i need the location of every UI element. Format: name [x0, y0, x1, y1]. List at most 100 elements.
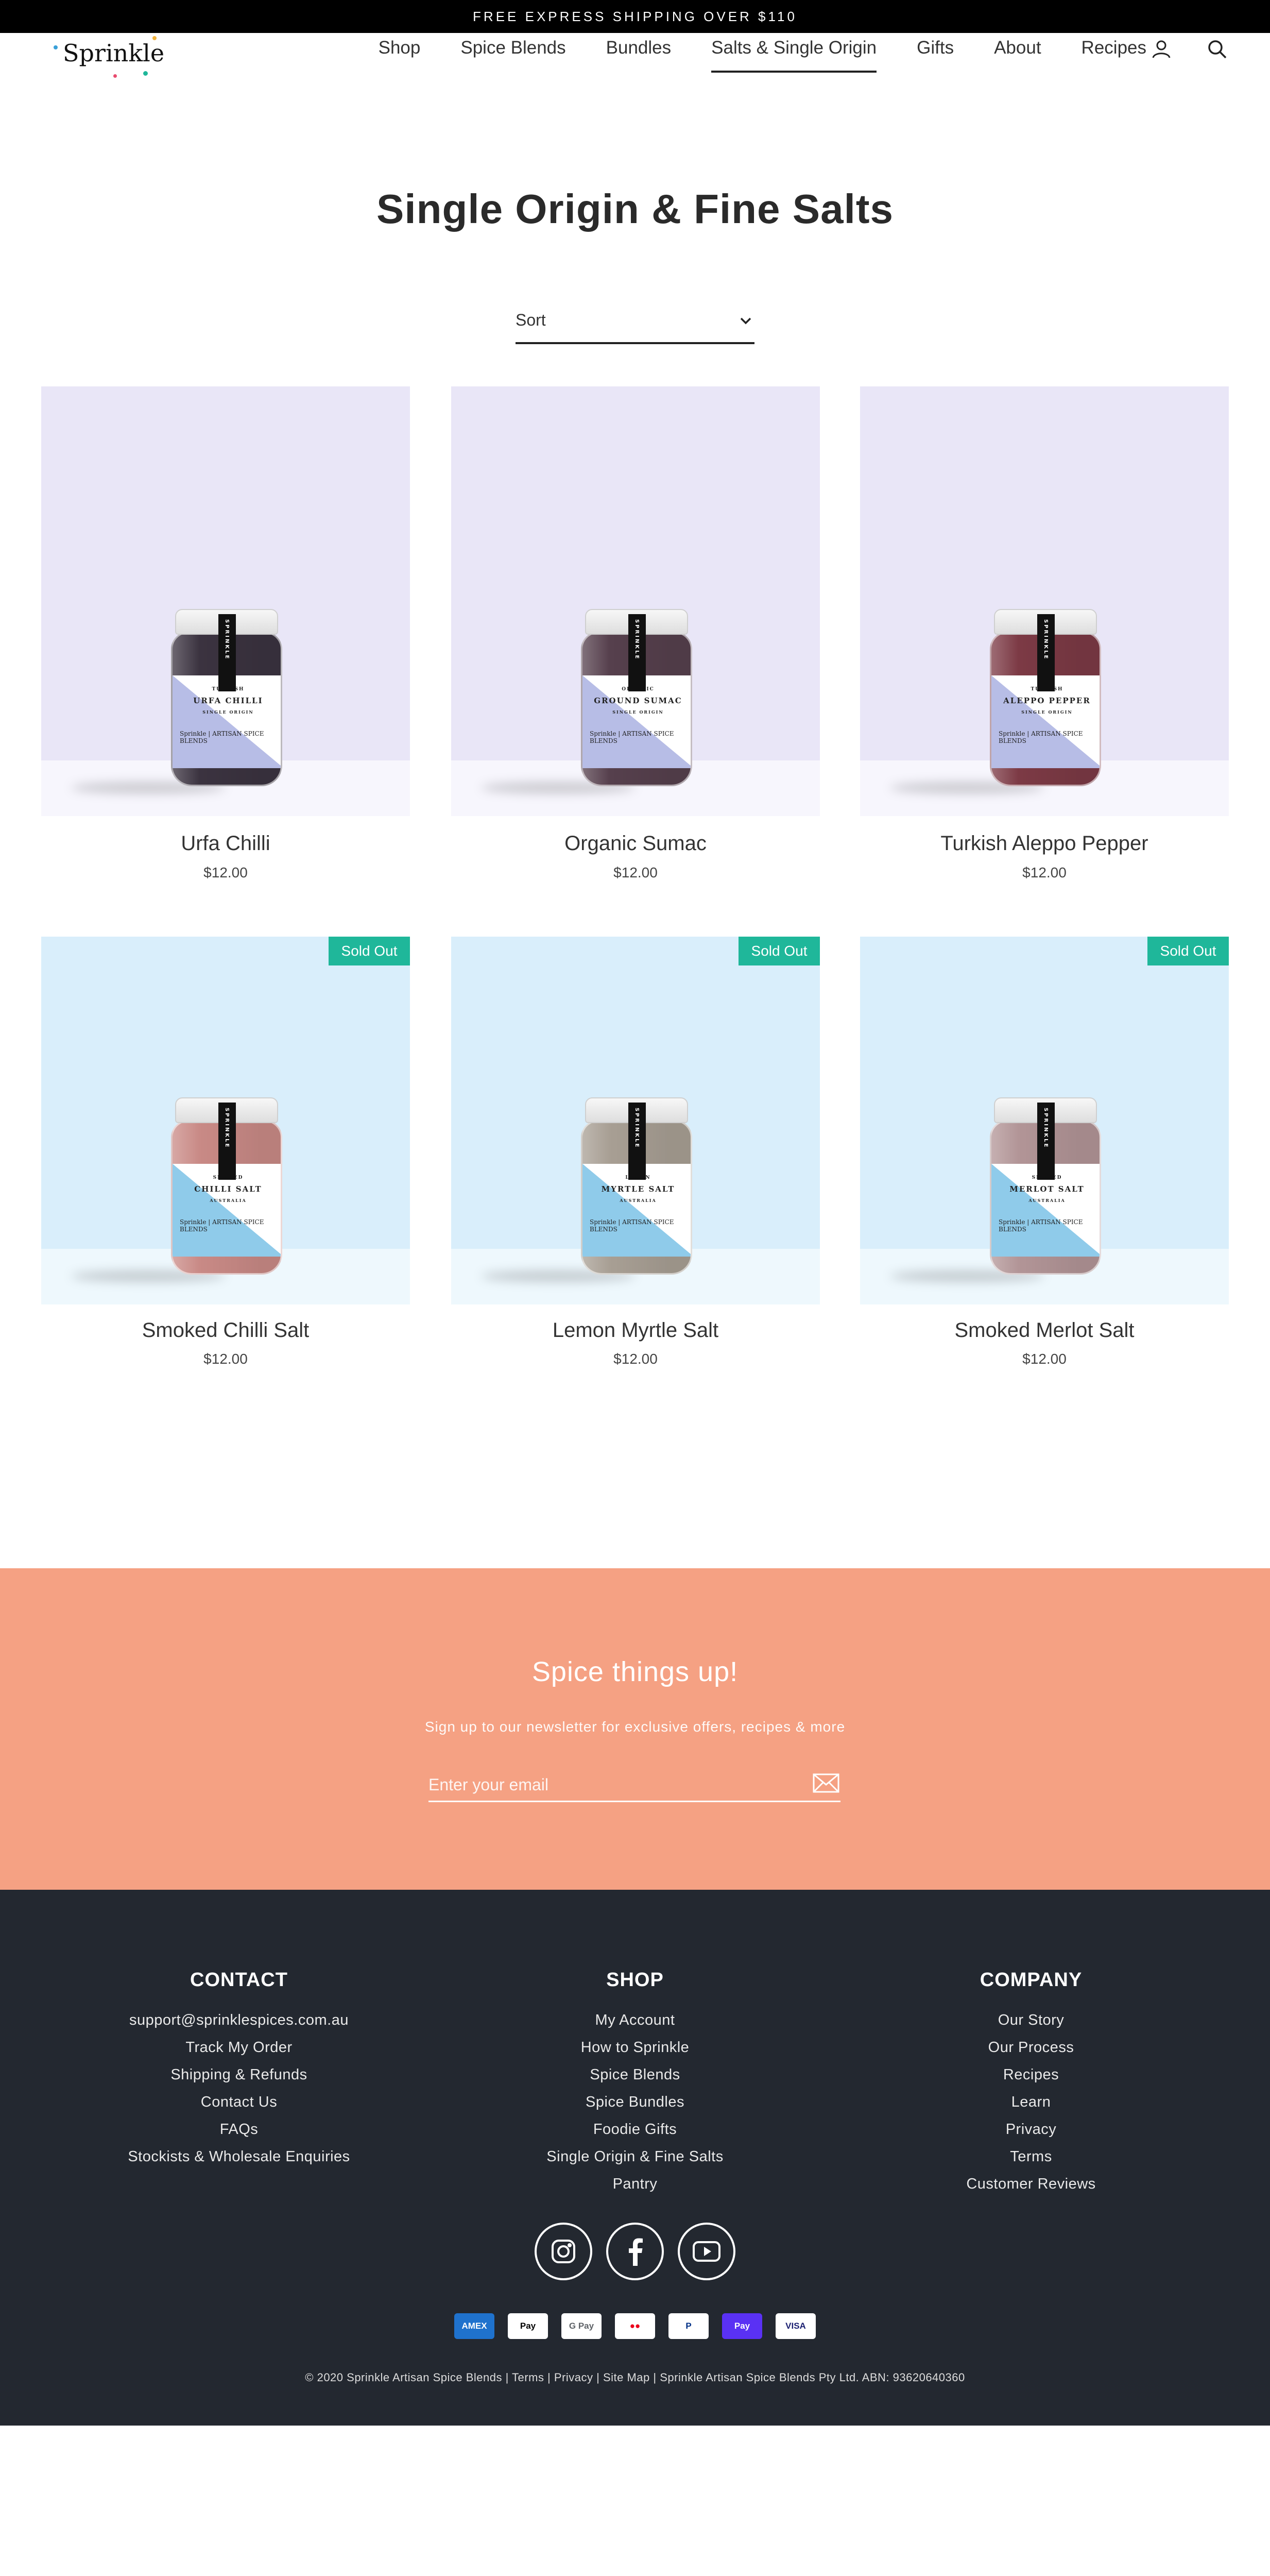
- product-image[interactable]: LEMONMYRTLE SALTAUSTRALIASprinkle | ARTI…: [451, 937, 820, 1304]
- sold-out-badge: Sold Out: [739, 937, 820, 965]
- main-nav: Shop Spice Blends Bundles Salts & Single…: [338, 33, 1146, 73]
- product-price: $12.00: [613, 865, 658, 880]
- product-card[interactable]: TURKISHURFA CHILLISINGLE ORIGINSprinkle …: [41, 386, 410, 885]
- product-image[interactable]: ORGANICGROUND SUMACSINGLE ORIGINSprinkle…: [451, 386, 820, 816]
- product-card[interactable]: SMOKEDCHILLI SALTAUSTRALIASprinkle | ART…: [41, 937, 410, 1371]
- newsletter-section: Spice things up! Sign up to our newslett…: [0, 1568, 1270, 1890]
- social-links: [535, 2223, 735, 2280]
- site-header: Sprinkle Shop Spice Blends Bundles Salts…: [0, 33, 1270, 100]
- footer-link-privacy[interactable]: Privacy: [851, 2116, 1211, 2143]
- product-card[interactable]: TURKISHALEPPO PEPPERSINGLE ORIGINSprinkl…: [860, 386, 1229, 885]
- footer-link-foodie-gifts[interactable]: Foodie Gifts: [455, 2116, 815, 2143]
- nav-item-about[interactable]: About: [994, 38, 1041, 61]
- page-title: Single Origin & Fine Salts: [376, 186, 894, 232]
- email-field[interactable]: Enter your email: [428, 1769, 840, 1802]
- jar-label-brand: Sprinkle | ARTISAN SPICE BLENDS: [180, 730, 264, 744]
- product-name[interactable]: Turkish Aleppo Pepper: [860, 832, 1229, 855]
- product-card[interactable]: SMOKEDMERLOT SALTAUSTRALIASprinkle | ART…: [860, 937, 1229, 1371]
- logo[interactable]: Sprinkle: [52, 35, 165, 87]
- spice-jar: SMOKEDCHILLI SALTAUSTRALIASprinkle | ART…: [171, 1097, 282, 1278]
- jar-label-brand: Sprinkle | ARTISAN SPICE BLENDS: [999, 1218, 1083, 1233]
- spice-jar: SMOKEDMERLOT SALTAUSTRALIASprinkle | ART…: [990, 1097, 1101, 1278]
- instagram-icon[interactable]: [535, 2223, 592, 2280]
- jar-label-brand: Sprinkle | ARTISAN SPICE BLENDS: [999, 730, 1083, 744]
- jar-brand-strip: SPRINKLE: [628, 614, 646, 691]
- product-image[interactable]: SMOKEDMERLOT SALTAUSTRALIASprinkle | ART…: [860, 937, 1229, 1304]
- nav-item-bundles[interactable]: Bundles: [606, 38, 671, 61]
- footer-company-column: COMPANY Our Story Our Process Recipes Le…: [851, 1969, 1211, 2198]
- jar-brand-strip: SPRINKLE: [1037, 614, 1055, 691]
- jar-label-line3: AUSTRALIA: [1028, 1198, 1066, 1203]
- account-icon[interactable]: [1148, 36, 1174, 62]
- product-image[interactable]: SMOKEDCHILLI SALTAUSTRALIASprinkle | ART…: [41, 937, 410, 1304]
- footer-link-support-email[interactable]: support@sprinklespices.com.au: [59, 2007, 419, 2034]
- footer-link-stockists[interactable]: Stockists & Wholesale Enquiries: [59, 2143, 419, 2171]
- product-name[interactable]: Urfa Chilli: [41, 832, 410, 855]
- logo-text: Sprinkle: [63, 39, 165, 67]
- footer-link-single-origin[interactable]: Single Origin & Fine Salts: [455, 2143, 815, 2171]
- product-price: $12.00: [1022, 1351, 1067, 1367]
- footer-link-how-to-sprinkle[interactable]: How to Sprinkle: [455, 2034, 815, 2061]
- footer-link-terms[interactable]: Terms: [851, 2143, 1211, 2171]
- product-price: $12.00: [1022, 865, 1067, 880]
- youtube-icon[interactable]: [678, 2223, 735, 2280]
- footer-link-our-story[interactable]: Our Story: [851, 2007, 1211, 2034]
- product-name[interactable]: Smoked Merlot Salt: [860, 1319, 1229, 1342]
- footer-company-heading: COMPANY: [980, 1969, 1083, 1991]
- facebook-icon[interactable]: [606, 2223, 664, 2280]
- jar-label-line2: CHILLI SALT: [194, 1184, 262, 1194]
- product-price: $12.00: [203, 1351, 248, 1367]
- jar-brand-strip: SPRINKLE: [628, 1103, 646, 1180]
- product-name[interactable]: Lemon Myrtle Salt: [451, 1319, 820, 1342]
- envelope-icon[interactable]: [813, 1773, 839, 1797]
- nav-item-salts-single-origin[interactable]: Salts & Single Origin: [711, 38, 877, 73]
- footer-link-shipping[interactable]: Shipping & Refunds: [59, 2061, 419, 2089]
- jar-label-brand: Sprinkle | ARTISAN SPICE BLENDS: [590, 1218, 674, 1233]
- product-card[interactable]: ORGANICGROUND SUMACSINGLE ORIGINSprinkle…: [451, 386, 820, 885]
- footer-link-faqs[interactable]: FAQs: [59, 2116, 419, 2143]
- footer-link-track-order[interactable]: Track My Order: [59, 2034, 419, 2061]
- nav-item-recipes[interactable]: Recipes: [1082, 38, 1146, 61]
- sold-out-badge: Sold Out: [329, 937, 410, 965]
- newsletter-subtitle: Sign up to our newsletter for exclusive …: [424, 1719, 846, 1735]
- sort-dropdown[interactable]: Sort: [516, 304, 754, 344]
- product-price: $12.00: [613, 1351, 658, 1367]
- product-name[interactable]: Organic Sumac: [451, 832, 820, 855]
- footer-link-my-account[interactable]: My Account: [455, 2007, 815, 2034]
- search-icon[interactable]: [1204, 36, 1230, 62]
- site-footer: CONTACT support@sprinklespices.com.au Tr…: [0, 1890, 1270, 2426]
- product-image[interactable]: TURKISHALEPPO PEPPERSINGLE ORIGINSprinkl…: [860, 386, 1229, 816]
- jar-strip-text: SPRINKLE: [1043, 619, 1049, 660]
- paypal-icon: P: [668, 2313, 709, 2339]
- footer-link-learn[interactable]: Learn: [851, 2089, 1211, 2116]
- product-name[interactable]: Smoked Chilli Salt: [41, 1319, 410, 1342]
- footer-link-spice-blends[interactable]: Spice Blends: [455, 2061, 815, 2089]
- footer-link-pantry[interactable]: Pantry: [455, 2171, 815, 2198]
- jar-strip-text: SPRINKLE: [1043, 1108, 1049, 1149]
- nav-item-spice-blends[interactable]: Spice Blends: [460, 38, 565, 61]
- footer-link-recipes[interactable]: Recipes: [851, 2061, 1211, 2089]
- footer-shop-heading: SHOP: [606, 1969, 664, 1991]
- copyright-text: © 2020 Sprinkle Artisan Spice Blends | T…: [305, 2371, 965, 2384]
- payment-methods: AMEX Pay G Pay ●● P Pay VISA: [454, 2313, 816, 2339]
- jar-label-line3: AUSTRALIA: [210, 1198, 247, 1203]
- spice-jar: LEMONMYRTLE SALTAUSTRALIASprinkle | ARTI…: [581, 1097, 692, 1278]
- footer-link-our-process[interactable]: Our Process: [851, 2034, 1211, 2061]
- announcement-bar: FREE EXPRESS SHIPPING OVER $110: [0, 0, 1270, 33]
- jar-brand-strip: SPRINKLE: [218, 614, 236, 691]
- nav-item-gifts[interactable]: Gifts: [917, 38, 954, 61]
- jar-label-line2: GROUND SUMAC: [594, 696, 682, 705]
- product-image[interactable]: TURKISHURFA CHILLISINGLE ORIGINSprinkle …: [41, 386, 410, 816]
- footer-link-customer-reviews[interactable]: Customer Reviews: [851, 2171, 1211, 2198]
- sold-out-badge: Sold Out: [1147, 937, 1229, 965]
- logo-confetti: [113, 74, 117, 78]
- nav-item-shop[interactable]: Shop: [379, 38, 421, 61]
- spice-jar: ORGANICGROUND SUMACSINGLE ORIGINSprinkle…: [581, 609, 692, 789]
- product-card[interactable]: LEMONMYRTLE SALTAUSTRALIASprinkle | ARTI…: [451, 937, 820, 1371]
- jar-strip-text: SPRINKLE: [634, 1108, 640, 1149]
- footer-link-contact-us[interactable]: Contact Us: [59, 2089, 419, 2116]
- footer-link-spice-bundles[interactable]: Spice Bundles: [455, 2089, 815, 2116]
- jar-label-brand: Sprinkle | ARTISAN SPICE BLENDS: [590, 730, 674, 744]
- jar-brand-strip: SPRINKLE: [218, 1103, 236, 1180]
- logo-confetti: [143, 71, 148, 76]
